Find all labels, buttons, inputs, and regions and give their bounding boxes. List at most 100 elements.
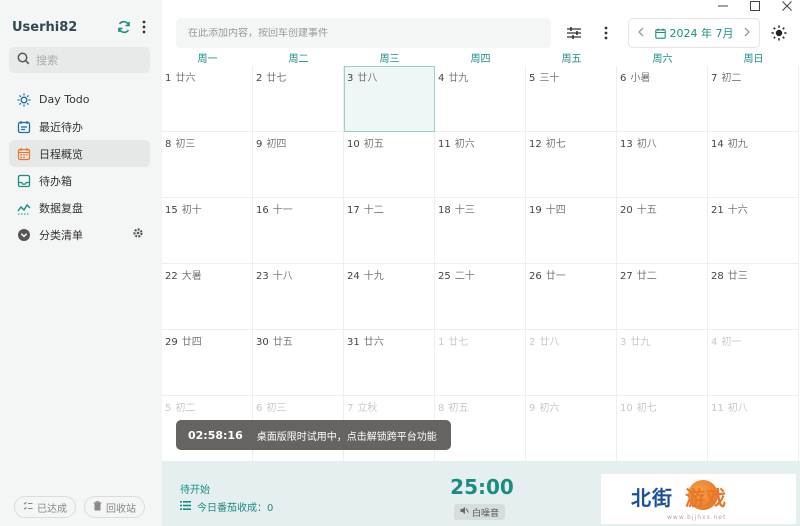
calendar-day-cell[interactable]: 21 十六 (708, 198, 799, 264)
day-number: 31 (347, 337, 360, 348)
checklist-icon (23, 501, 33, 514)
calendar-day-cell[interactable]: 9 初六 (526, 396, 617, 462)
topbar: 2024 年 7月 (162, 0, 800, 54)
trash-button[interactable]: 回收站 (84, 496, 145, 518)
calendar-day-cell[interactable]: 24 十九 (344, 264, 435, 330)
calendar-day-cell[interactable]: 4 廿九 (435, 66, 526, 132)
lunar-date: 初三 (266, 403, 287, 414)
sidebar-item-day-todo[interactable]: Day Todo (9, 86, 150, 113)
calendar-day-cell[interactable]: 2 廿八 (526, 330, 617, 396)
calendar-day-cell[interactable]: 4 初一 (708, 330, 799, 396)
calendar-day-cell[interactable]: 25 二十 (435, 264, 526, 330)
calendar-day-cell[interactable]: 16 十一 (253, 198, 344, 264)
lunar-date: 廿六 (175, 73, 196, 84)
calendar-day-cell[interactable]: 22 大暑 (162, 264, 253, 330)
close-icon[interactable] (782, 0, 792, 14)
calendar-day-cell[interactable]: 30 廿五 (253, 330, 344, 396)
filter-sliders-icon[interactable] (563, 22, 585, 44)
calendar-day-cell[interactable]: 11 初八 (708, 396, 799, 462)
calendar-day-cell[interactable]: 8 初三 (162, 132, 253, 198)
calendar-day-cell[interactable]: 31 廿六 (344, 330, 435, 396)
lunar-date: 小暑 (630, 73, 651, 84)
calendar-day-cell[interactable]: 19 十四 (526, 198, 617, 264)
white-noise-button[interactable]: 白噪音 (454, 504, 506, 520)
today-count-label: 今日番茄收成：0 (197, 503, 274, 514)
maximize-icon[interactable] (750, 0, 760, 14)
calendar-day-cell[interactable]: 27 廿二 (617, 264, 708, 330)
calendar-day-cell[interactable]: 29 廿四 (162, 330, 253, 396)
calendar-day-cell[interactable]: 1 廿六 (162, 66, 253, 132)
site-watermark: 北街 游戏 www.bjjhxs.net (601, 474, 796, 524)
pomodoro-timer[interactable]: 25:00 (442, 475, 522, 499)
done-button[interactable]: 已达成 (14, 496, 76, 518)
calendar-day-cell[interactable]: 26 廿一 (526, 264, 617, 330)
calendar-day-cell[interactable]: 10 初七 (617, 396, 708, 462)
calendar-day-cell[interactable]: 5 三十 (526, 66, 617, 132)
trial-toast[interactable]: 02:58:16 桌面版限时试用中，点击解锁跨平台功能 (176, 420, 451, 450)
lunar-date: 初三 (175, 139, 196, 150)
day-number: 13 (620, 139, 633, 150)
weekday-label: 周五 (561, 54, 582, 65)
calendar-day-cell[interactable]: 17 十二 (344, 198, 435, 264)
calendar-icon (654, 28, 666, 39)
calendar-day-cell[interactable]: 9 初四 (253, 132, 344, 198)
sidebar-item-label: 最近待办 (39, 120, 83, 134)
calendar-day-cell[interactable]: 13 初八 (617, 132, 708, 198)
theme-sun-icon[interactable] (768, 22, 790, 44)
calendar-day-cell[interactable]: 14 初九 (708, 132, 799, 198)
sidebar-item-schedule-overview[interactable]: 日程概览 (9, 140, 150, 167)
day-number: 22 (165, 271, 178, 282)
pending-label[interactable]: 待开始 (180, 481, 210, 496)
calendar-day-cell[interactable]: 11 初六 (435, 132, 526, 198)
day-number: 3 (347, 73, 354, 84)
sidebar-item-data-review[interactable]: 数据复盘 (9, 194, 150, 221)
calendar-day-cell[interactable]: 18 十三 (435, 198, 526, 264)
lunar-date: 初九 (727, 139, 748, 150)
calendar-day-cell[interactable]: 7 初二 (708, 66, 799, 132)
lunar-date: 十一 (272, 205, 293, 216)
calendar-day-cell[interactable]: 15 初十 (162, 198, 253, 264)
gear-icon[interactable] (132, 227, 144, 242)
today-pomodoro-count: 今日番茄收成：0 (180, 499, 273, 514)
calendar-day-cell[interactable]: 10 初五 (344, 132, 435, 198)
calendar-day-cell[interactable]: 3 廿九 (617, 330, 708, 396)
day-number: 16 (256, 205, 269, 216)
current-month-label: 2024 年 7月 (669, 27, 734, 40)
add-event-box[interactable] (176, 18, 551, 48)
sync-icon[interactable] (116, 18, 132, 36)
sidebar-item-label: 待办箱 (39, 174, 72, 188)
lunar-date: 廿九 (448, 73, 469, 84)
more-icon[interactable] (136, 18, 152, 36)
calendar-day-cell[interactable]: 2 廿七 (253, 66, 344, 132)
month-picker[interactable]: 2024 年 7月 (654, 25, 734, 41)
calendar-day-cell[interactable]: 6 小暑 (617, 66, 708, 132)
sidebar-item-category-list[interactable]: 分类清单 (9, 221, 150, 248)
more-options-icon[interactable] (595, 22, 617, 44)
search-box[interactable] (9, 47, 150, 73)
search-icon (17, 52, 30, 68)
lunar-date: 廿四 (181, 337, 202, 348)
day-number: 1 (165, 73, 172, 84)
inbox-icon (16, 173, 31, 188)
sidebar-item-recent-todo[interactable]: 最近待办 (9, 113, 150, 140)
list-icon (180, 500, 191, 513)
calendar-day-cell[interactable]: 12 初七 (526, 132, 617, 198)
lunar-date: 二十 (454, 271, 475, 282)
trash-icon (93, 500, 102, 514)
day-number: 20 (620, 205, 633, 216)
search-input[interactable] (36, 53, 136, 67)
minimize-icon[interactable] (718, 0, 728, 14)
calendar-day-cell[interactable]: 20 十五 (617, 198, 708, 264)
calendar-day-cell[interactable]: 23 十八 (253, 264, 344, 330)
username[interactable]: Userhi82 (12, 20, 112, 35)
sidebar-item-inbox[interactable]: 待办箱 (9, 167, 150, 194)
chevron-left-icon[interactable] (637, 26, 644, 40)
calendar-day-cell[interactable]: 1 廿七 (435, 330, 526, 396)
chevron-right-icon[interactable] (744, 26, 751, 40)
weekday-header: 周一 周二 周三 周四 周五 周六 周日 (162, 54, 800, 66)
day-number: 4 (711, 337, 718, 348)
add-event-input[interactable] (188, 27, 538, 39)
calendar-day-cell[interactable]: 28 廿三 (708, 264, 799, 330)
sidebar: Userhi82 Day Todo 最近待办 (0, 0, 162, 526)
calendar-day-cell-today[interactable]: 3 廿八 (344, 66, 435, 132)
